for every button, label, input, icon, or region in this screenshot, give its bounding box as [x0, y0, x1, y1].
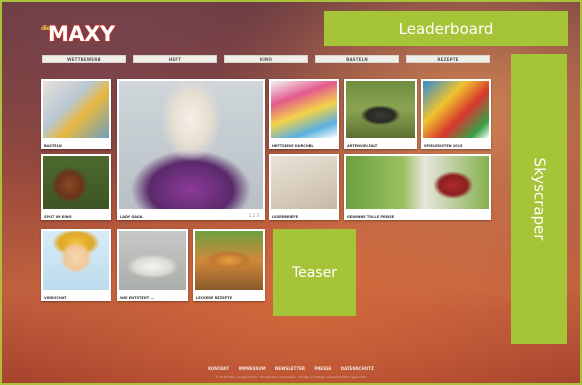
leaderboard-label: Leaderboard: [398, 19, 494, 38]
tile-spot-im-kino[interactable]: SPOT IM KINO: [41, 154, 111, 220]
footer-link-presse[interactable]: PRESSE: [314, 366, 331, 371]
nav-item-heft[interactable]: HEFT: [133, 55, 217, 63]
teaser-label: Teaser: [291, 264, 338, 281]
footer-link-impressum[interactable]: IMPRESSUM: [239, 366, 266, 371]
tile-rezepte[interactable]: LECKERE REZEPTE: [193, 229, 265, 301]
tile-caption: VIDEOCHAT: [44, 296, 67, 300]
craft-image: [43, 81, 109, 138]
footer-copyright: © 2015 Maxy Verlag GmbH · Alle Rechte vo…: [215, 375, 367, 379]
nav-item-wettbewerb[interactable]: WETTBEWERB: [42, 55, 126, 63]
logo-text: MAXY: [48, 22, 115, 46]
tile-caption: HEFTSEIDE DURCHBL: [272, 144, 314, 148]
logo-prefix: die: [41, 25, 50, 32]
tile-gewinne[interactable]: GEWINNE TOLLE PREISE: [344, 154, 491, 220]
tile-caption: SPOT IM KINO: [44, 215, 72, 219]
nav-item-rezepte[interactable]: REZEPTE: [406, 55, 490, 63]
tile-videochat[interactable]: VIDEOCHAT: [41, 229, 111, 301]
tile-caption: LECKERE REZEPTE: [196, 296, 232, 300]
games-image: [423, 81, 489, 138]
tile-caption: WIE ENTSTEHT ...: [120, 296, 155, 300]
tile-caption: ARTENVIELFALT: [347, 144, 378, 148]
footer-link-datenschutz[interactable]: DATENSCHUTZ: [341, 366, 374, 371]
cartoon-image: [43, 231, 109, 290]
skyscraper-ad[interactable]: Skyscraper: [511, 54, 567, 344]
tile-caption: LADY GAGA: [120, 215, 143, 219]
tile-basteln[interactable]: BASTELN: [41, 79, 111, 149]
skyscraper-label: Skyscraper: [530, 157, 549, 241]
tile-artenvielfalt[interactable]: ARTENVIELFALT: [344, 79, 417, 149]
site-logo[interactable]: die MAXY: [41, 22, 115, 46]
footer-nav: KONTAKT IMPRESSUM NEWSLETTER PRESSE DATE…: [0, 366, 582, 371]
tile-caption: SPIELEKISTEN 2015: [424, 144, 463, 148]
tile-lady-gaga[interactable]: LADY GAGA 1 2 3: [117, 79, 265, 220]
tile-spielekisten[interactable]: SPIELEKISTEN 2015: [421, 79, 491, 149]
footer-link-newsletter[interactable]: NEWSLETTER: [275, 366, 305, 371]
tile-caption: LESERBRIEFE: [272, 215, 299, 219]
teaser-ad[interactable]: Teaser: [273, 229, 356, 316]
leaderboard-ad[interactable]: Leaderboard: [324, 11, 568, 46]
lady-gaga-image: [119, 81, 263, 209]
shoe-image: [119, 231, 186, 290]
nav-item-kino[interactable]: KINO: [224, 55, 308, 63]
tile-caption: BASTELN: [44, 144, 62, 148]
nature-image: [346, 81, 415, 138]
tile-schuh[interactable]: WIE ENTSTEHT ...: [117, 229, 188, 301]
prizes-image: [346, 156, 489, 209]
tile-leserbriefe[interactable]: LESERBRIEFE: [269, 154, 339, 220]
tile-heft[interactable]: HEFTSEIDE DURCHBL: [269, 79, 339, 149]
nav-item-basteln[interactable]: BASTELN: [315, 55, 399, 63]
letters-image: [271, 156, 337, 209]
tile-caption: GEWINNE TOLLE PREISE: [347, 215, 395, 219]
food-image: [195, 231, 263, 290]
footer-link-kontakt[interactable]: KONTAKT: [208, 366, 229, 371]
magazine-cover-image: [271, 81, 337, 138]
movie-image: [43, 156, 109, 209]
image-pager[interactable]: 1 2 3: [249, 213, 259, 218]
